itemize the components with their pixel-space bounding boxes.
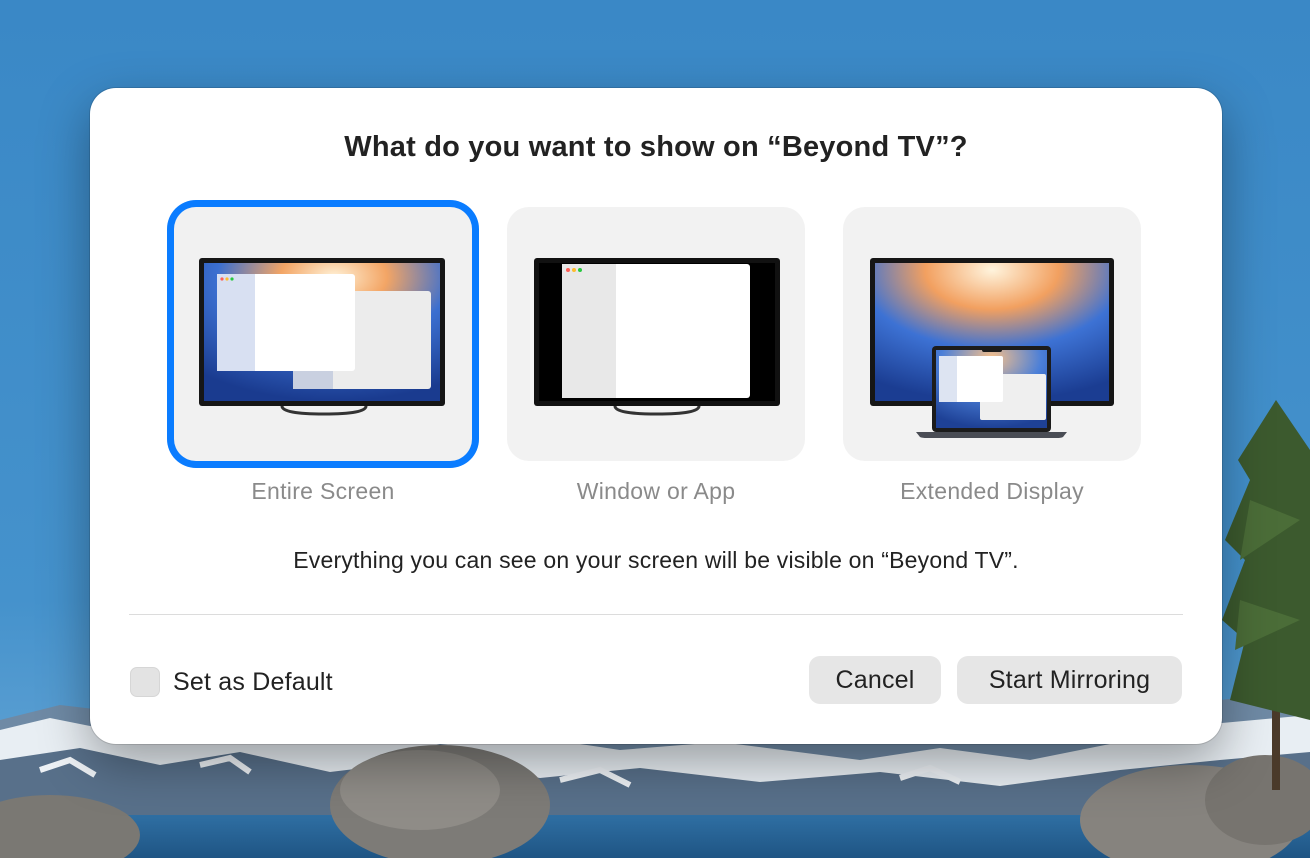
option-entire-screen[interactable] bbox=[174, 207, 472, 461]
cancel-button[interactable]: Cancel bbox=[809, 656, 941, 704]
set-as-default-checkbox-row[interactable]: Set as Default bbox=[130, 666, 333, 698]
tv-window-app-icon bbox=[534, 258, 780, 416]
start-mirroring-button[interactable]: Start Mirroring bbox=[957, 656, 1182, 704]
dialog-title: What do you want to show on “Beyond TV”? bbox=[344, 131, 968, 163]
set-as-default-label: Set as Default bbox=[173, 667, 333, 696]
option-window-or-app[interactable] bbox=[507, 207, 805, 461]
divider bbox=[129, 614, 1183, 615]
option-label-window-or-app: Window or App bbox=[576, 478, 736, 504]
screen-mirroring-dialog: What do you want to show on “Beyond TV”? bbox=[90, 88, 1222, 744]
option-description: Everything you can see on your screen wi… bbox=[293, 547, 1019, 573]
tv-extended-display-icon bbox=[870, 258, 1114, 438]
tv-entire-screen-icon bbox=[199, 258, 445, 416]
option-label-entire-screen: Entire Screen bbox=[251, 478, 395, 504]
option-label-extended-display: Extended Display bbox=[900, 478, 1084, 504]
option-extended-display[interactable] bbox=[843, 207, 1141, 461]
set-as-default-checkbox[interactable] bbox=[130, 667, 160, 697]
